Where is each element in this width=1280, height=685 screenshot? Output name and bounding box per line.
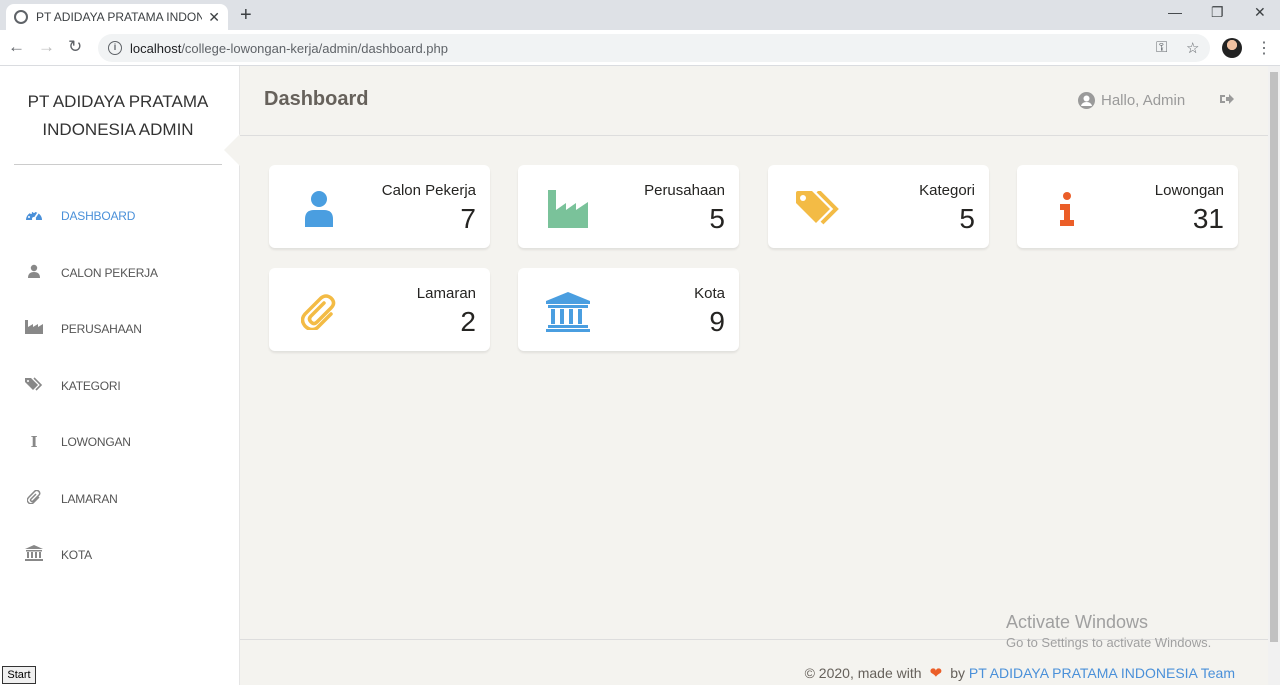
stat-card-lamaran[interactable]: Lamaran 2 bbox=[269, 268, 490, 351]
reload-icon[interactable]: ↻ bbox=[68, 38, 82, 56]
card-value: 9 bbox=[709, 306, 725, 337]
watermark-subtitle: Go to Settings to activate Windows. bbox=[1006, 635, 1212, 650]
bank-icon bbox=[24, 545, 44, 565]
sidebar-item-label: DASHBOARD bbox=[61, 209, 136, 223]
site-info-icon[interactable]: i bbox=[108, 41, 122, 55]
url-path: /college-lowongan-kerja/admin/dashboard.… bbox=[181, 40, 448, 56]
key-icon[interactable]: ⚿ bbox=[1156, 39, 1167, 56]
watermark-title: Activate Windows bbox=[1006, 612, 1149, 632]
greeting-text: Hallo, Admin bbox=[1101, 92, 1186, 109]
card-value: 31 bbox=[1192, 203, 1224, 234]
sidebar-item-kategori[interactable]: KATEGORI bbox=[0, 366, 239, 406]
card-value: 7 bbox=[460, 203, 476, 234]
card-label: Lowongan bbox=[1154, 182, 1224, 199]
card-label: Lamaran bbox=[416, 285, 476, 302]
sidebar-item-kota[interactable]: KOTA bbox=[0, 535, 239, 575]
sidebar-item-dashboard[interactable]: DASHBOARD bbox=[0, 196, 239, 236]
industry-icon bbox=[546, 187, 590, 231]
scrollbar-thumb[interactable] bbox=[1270, 72, 1278, 642]
user-menu[interactable]: Hallo, Admin bbox=[1078, 92, 1185, 109]
back-icon[interactable]: ← bbox=[8, 38, 25, 56]
sidebar-item-lamaran[interactable]: LAMARAN bbox=[0, 479, 239, 519]
browser-tab[interactable]: PT ADIDAYA PRATAMA INDONESIA ADMIN ✕ bbox=[6, 4, 228, 30]
card-value: 5 bbox=[959, 203, 975, 234]
globe-icon bbox=[14, 10, 28, 24]
main-content: Dashboard Hallo, Admin Calon Pekerja 7 P… bbox=[240, 66, 1268, 685]
card-label: Kategori bbox=[919, 182, 975, 199]
top-navbar: Dashboard Hallo, Admin bbox=[240, 66, 1268, 136]
stat-card-perusahaan[interactable]: Perusahaan 5 bbox=[518, 165, 739, 248]
sidebar-item-calon-pekerja[interactable]: CALON PEKERJA bbox=[0, 253, 239, 293]
footer-team-link[interactable]: PT ADIDAYA PRATAMA INDONESIA Team bbox=[969, 665, 1235, 681]
minimize-icon[interactable]: — bbox=[1168, 4, 1182, 20]
sidebar-item-label: PERUSAHAAN bbox=[61, 322, 142, 336]
stat-card-lowongan[interactable]: Lowongan 31 bbox=[1017, 165, 1238, 248]
industry-icon bbox=[24, 320, 44, 338]
user-circle-icon bbox=[1078, 92, 1095, 109]
sidebar-item-label: KATEGORI bbox=[61, 379, 121, 393]
scrollbar[interactable] bbox=[1268, 66, 1280, 685]
footer-by: by bbox=[950, 665, 966, 681]
user-icon bbox=[24, 264, 44, 282]
star-icon[interactable]: ☆ bbox=[1186, 39, 1199, 57]
paperclip-icon bbox=[297, 290, 341, 334]
sidebar-item-label: KOTA bbox=[61, 548, 92, 562]
tags-icon bbox=[24, 377, 44, 395]
heart-icon: ❤ bbox=[925, 665, 947, 682]
brand-title[interactable]: PT ADIDAYA PRATAMA INDONESIA ADMIN bbox=[14, 88, 222, 144]
paperclip-icon bbox=[24, 489, 44, 508]
window-close-icon[interactable]: ✕ bbox=[1254, 4, 1266, 21]
url-host: localhost bbox=[130, 40, 182, 56]
sidebar-item-perusahaan[interactable]: PERUSAHAAN bbox=[0, 309, 239, 349]
bank-icon bbox=[546, 290, 590, 334]
profile-avatar[interactable] bbox=[1222, 38, 1242, 58]
card-label: Kota bbox=[694, 285, 725, 302]
stat-card-kota[interactable]: Kota 9 bbox=[518, 268, 739, 351]
sidebar-item-lowongan[interactable]: i LOWONGAN bbox=[0, 422, 239, 462]
stat-card-kategori[interactable]: Kategori 5 bbox=[768, 165, 989, 248]
logout-icon[interactable] bbox=[1220, 93, 1234, 108]
sidebar-item-label: LAMARAN bbox=[61, 492, 118, 506]
sidebar-item-label: LOWONGAN bbox=[61, 435, 131, 449]
sidebar-item-label: CALON PEKERJA bbox=[61, 266, 158, 280]
activate-windows-watermark: Activate Windows Go to Settings to activ… bbox=[1006, 612, 1211, 650]
forward-icon[interactable]: → bbox=[38, 38, 55, 56]
footer-prefix: © 2020, made with bbox=[804, 665, 922, 681]
browser-tabstrip: PT ADIDAYA PRATAMA INDONESIA ADMIN ✕ + —… bbox=[0, 0, 1280, 30]
tab-title: PT ADIDAYA PRATAMA INDONESIA ADMIN bbox=[36, 10, 203, 24]
active-indicator bbox=[224, 134, 240, 166]
card-value: 5 bbox=[709, 203, 725, 234]
restore-icon[interactable]: ❐ bbox=[1211, 4, 1224, 21]
page-title: Dashboard bbox=[264, 88, 369, 110]
new-tab-icon[interactable]: + bbox=[240, 4, 252, 26]
url-input[interactable]: i localhost/college-lowongan-kerja/admin… bbox=[98, 34, 1210, 62]
address-bar: ← → ↻ i localhost/college-lowongan-kerja… bbox=[0, 30, 1280, 66]
start-button[interactable]: Start bbox=[2, 666, 36, 684]
info-icon bbox=[1045, 187, 1089, 231]
close-tab-icon[interactable]: ✕ bbox=[208, 9, 220, 26]
sidebar: PT ADIDAYA PRATAMA INDONESIA ADMIN DASHB… bbox=[0, 66, 240, 685]
card-label: Calon Pekerja bbox=[381, 182, 476, 199]
divider bbox=[14, 164, 222, 165]
footer: © 2020, made with ❤ by PT ADIDAYA PRATAM… bbox=[805, 664, 1235, 682]
card-value: 2 bbox=[460, 306, 476, 337]
card-label: Perusahaan bbox=[644, 182, 725, 199]
stat-card-calon-pekerja[interactable]: Calon Pekerja 7 bbox=[269, 165, 490, 248]
dashboard-icon bbox=[24, 207, 44, 225]
info-icon: i bbox=[30, 433, 38, 451]
menu-dots-icon[interactable]: ⋮ bbox=[1256, 38, 1272, 58]
user-icon bbox=[297, 187, 341, 231]
tags-icon bbox=[796, 187, 840, 231]
